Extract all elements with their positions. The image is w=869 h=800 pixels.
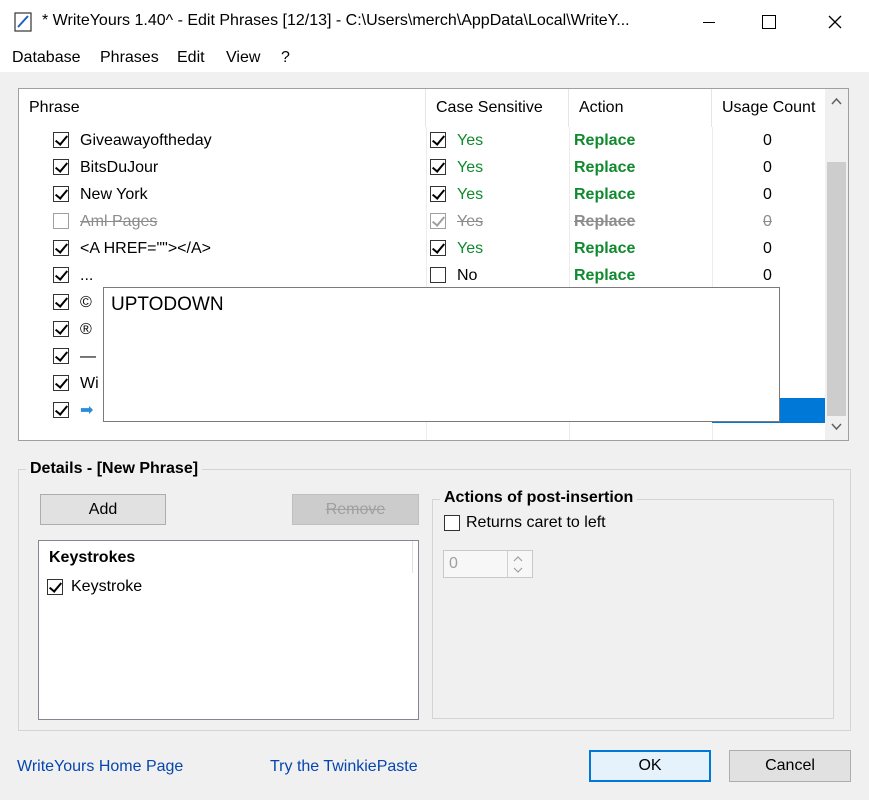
action-cell[interactable]: Replace: [574, 208, 635, 235]
app-icon: [14, 12, 32, 32]
table-row[interactable]: ... No Replace 0: [19, 262, 825, 289]
column-header-phrase[interactable]: Phrase: [19, 89, 426, 127]
menu-edit[interactable]: Edit: [177, 49, 205, 67]
action-cell[interactable]: Replace: [574, 262, 635, 289]
phrase-enabled-checkbox[interactable]: [53, 267, 69, 283]
phrase-enabled-checkbox[interactable]: [53, 321, 69, 337]
cancel-button[interactable]: Cancel: [729, 750, 851, 782]
table-row[interactable]: BitsDuJour Yes Replace 0: [19, 154, 825, 181]
post-insertion-group: [432, 499, 834, 719]
menu-phrases[interactable]: Phrases: [100, 49, 159, 67]
title-bar: * WriteYours 1.40^ - Edit Phrases [12/13…: [0, 0, 869, 44]
case-sensitive-checkbox[interactable]: [430, 132, 446, 148]
maximize-button[interactable]: [746, 0, 792, 44]
scrollbar-thumb[interactable]: [827, 162, 846, 416]
spinner-up-icon[interactable]: [513, 556, 523, 562]
column-header-case-sensitive[interactable]: Case Sensitive: [426, 89, 569, 127]
table-row[interactable]: Giveawayoftheday Yes Replace 0: [19, 127, 825, 154]
close-button[interactable]: [812, 0, 858, 44]
phrase-cell[interactable]: Aml Pages: [80, 208, 157, 235]
phrase-enabled-checkbox[interactable]: [53, 132, 69, 148]
header-divider: [412, 541, 413, 573]
phrase-enabled-checkbox[interactable]: [53, 348, 69, 364]
phrase-enabled-checkbox[interactable]: [53, 159, 69, 175]
column-header-usage-count[interactable]: Usage Count: [712, 89, 825, 127]
spinner-down-icon[interactable]: [513, 567, 523, 573]
usage-count-cell: 0: [763, 132, 772, 149]
phrase-enabled-checkbox[interactable]: [53, 375, 69, 391]
case-sensitive-cell[interactable]: Yes: [457, 181, 483, 208]
phrase-cell[interactable]: BitsDuJour: [80, 154, 158, 181]
phrase-edit-popup[interactable]: UPTODOWN: [103, 287, 780, 422]
phrase-enabled-checkbox[interactable]: [53, 213, 69, 229]
popup-text[interactable]: UPTODOWN: [111, 294, 224, 316]
column-header-action[interactable]: Action: [569, 89, 712, 127]
action-cell[interactable]: Replace: [574, 154, 635, 181]
usage-count-cell: 0: [763, 267, 772, 284]
menu-view[interactable]: View: [226, 49, 260, 67]
phrase-cell[interactable]: ®: [80, 316, 92, 343]
keystroke-label[interactable]: Keystroke: [71, 578, 142, 596]
close-icon: [828, 15, 842, 29]
phrase-cell[interactable]: ...: [80, 262, 93, 289]
phrase-cell[interactable]: New York: [80, 181, 148, 208]
twinkiepaste-link[interactable]: Try the TwinkiePaste: [270, 758, 418, 776]
phrase-cell[interactable]: Giveawayoftheday: [80, 127, 212, 154]
spinner-value[interactable]: 0: [449, 555, 458, 573]
phrase-enabled-checkbox[interactable]: [53, 186, 69, 202]
scroll-down-icon[interactable]: [831, 423, 842, 431]
action-cell[interactable]: Replace: [574, 127, 635, 154]
case-sensitive-checkbox[interactable]: [430, 240, 446, 256]
vertical-scrollbar[interactable]: [825, 89, 848, 440]
phrase-cell[interactable]: <A HREF=""></A>: [80, 235, 211, 262]
menu-help[interactable]: ?: [281, 49, 290, 67]
phrase-enabled-checkbox[interactable]: [53, 402, 69, 418]
case-sensitive-checkbox[interactable]: [430, 267, 446, 283]
action-cell[interactable]: Replace: [574, 235, 635, 262]
phrase-cell[interactable]: Wi: [80, 370, 99, 397]
returns-caret-checkbox[interactable]: [444, 515, 460, 531]
usage-count-cell: 0: [763, 213, 772, 230]
remove-button[interactable]: Remove: [292, 494, 419, 525]
keystroke-checkbox[interactable]: [47, 579, 63, 595]
case-sensitive-cell[interactable]: Yes: [457, 235, 483, 262]
case-sensitive-cell[interactable]: Yes: [457, 208, 483, 235]
details-title: Details - [New Phrase]: [26, 460, 203, 478]
keystrokes-panel[interactable]: Keystrokes Keystroke: [38, 540, 419, 720]
phrase-enabled-checkbox[interactable]: [53, 294, 69, 310]
phrase-cell[interactable]: —: [80, 343, 96, 370]
phrase-cell[interactable]: ©: [80, 289, 92, 316]
spinner-divider: [507, 551, 508, 577]
home-page-link[interactable]: WriteYours Home Page: [17, 758, 183, 776]
phrase-enabled-checkbox[interactable]: [53, 240, 69, 256]
table-row[interactable]: <A HREF=""></A> Yes Replace 0: [19, 235, 825, 262]
usage-count-cell: 0: [763, 240, 772, 257]
arrow-right-icon[interactable]: ➡: [80, 397, 93, 424]
post-insertion-title: Actions of post-insertion: [440, 489, 638, 507]
usage-count-cell: 0: [763, 186, 772, 203]
table-row[interactable]: New York Yes Replace 0: [19, 181, 825, 208]
caret-offset-spinner[interactable]: 0: [443, 550, 533, 578]
minimize-icon: [703, 21, 715, 23]
table-row[interactable]: Aml Pages Yes Replace 0: [19, 208, 825, 235]
keystrokes-header: Keystrokes: [49, 549, 136, 566]
case-sensitive-cell[interactable]: Yes: [457, 154, 483, 181]
case-sensitive-checkbox[interactable]: [430, 159, 446, 175]
scroll-up-icon[interactable]: [831, 97, 842, 105]
action-cell[interactable]: Replace: [574, 181, 635, 208]
maximize-icon: [762, 15, 776, 29]
menu-database[interactable]: Database: [12, 49, 81, 67]
ok-button[interactable]: OK: [589, 750, 711, 782]
window-title: * WriteYours 1.40^ - Edit Phrases [12/13…: [42, 12, 630, 29]
case-sensitive-checkbox[interactable]: [430, 213, 446, 229]
add-button[interactable]: Add: [40, 494, 166, 525]
case-sensitive-checkbox[interactable]: [430, 186, 446, 202]
menu-bar: Database Phrases Edit View ?: [0, 44, 869, 72]
case-sensitive-cell[interactable]: Yes: [457, 127, 483, 154]
minimize-button[interactable]: [686, 0, 732, 44]
case-sensitive-cell[interactable]: No: [457, 262, 477, 289]
returns-caret-label[interactable]: Returns caret to left: [466, 514, 606, 532]
usage-count-cell: 0: [763, 159, 772, 176]
